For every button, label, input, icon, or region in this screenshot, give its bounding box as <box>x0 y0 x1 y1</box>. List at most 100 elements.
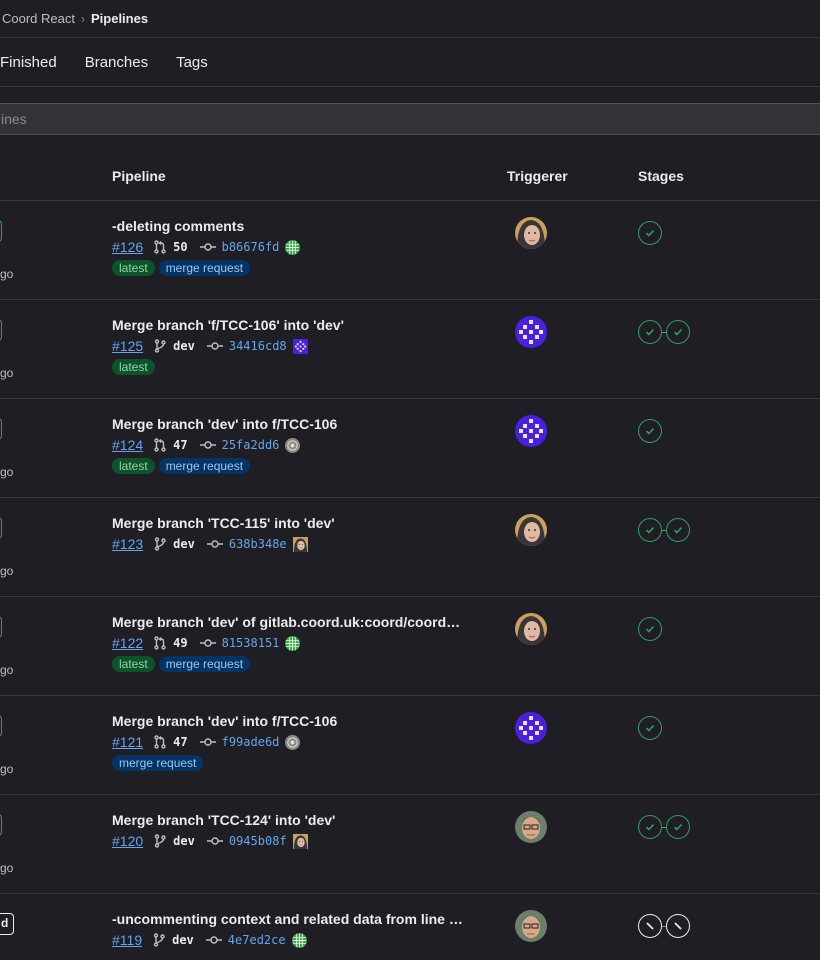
filter-pipelines-bar <box>0 103 820 135</box>
tab-finished[interactable]: Finished <box>0 54 57 71</box>
pipeline-meta: #123 dev 638b348e <box>112 535 308 553</box>
commit-sha-link[interactable]: 4e7ed2ce <box>228 933 286 947</box>
pipeline-ref[interactable]: dev <box>172 933 194 947</box>
stage-passed-icon[interactable] <box>638 320 662 344</box>
stage-passed-icon[interactable] <box>638 617 662 641</box>
commit-sha-link[interactable]: b86676fd <box>222 240 280 254</box>
triggerer-avatar[interactable] <box>515 514 547 546</box>
pipeline-ref[interactable]: dev <box>173 537 195 551</box>
status-badge[interactable] <box>0 418 2 440</box>
pipeline-title[interactable]: Merge branch 'dev' into f/TCC-106 <box>112 713 337 729</box>
pipeline-row: go Merge branch 'dev' into f/TCC-106 #12… <box>0 696 820 795</box>
triggerer-avatar[interactable] <box>515 910 547 942</box>
status-badge[interactable] <box>0 517 2 539</box>
finished-time-ago: go <box>0 267 14 281</box>
commit-sha-link[interactable]: f99ade6d <box>222 735 280 749</box>
stage-skipped-icon[interactable] <box>666 914 690 938</box>
badge-latest: latest <box>112 359 155 375</box>
pipeline-id-link[interactable]: #126 <box>112 239 143 255</box>
triggerer-avatar[interactable] <box>515 415 547 447</box>
filter-pipelines-input[interactable] <box>1 111 820 127</box>
merge-request-icon <box>153 636 167 650</box>
pipeline-id-link[interactable]: #119 <box>112 932 142 948</box>
commit-author-avatar[interactable] <box>285 239 301 255</box>
status-badge[interactable] <box>0 913 14 935</box>
status-badge[interactable] <box>0 715 2 737</box>
commit-sha-link[interactable]: 81538151 <box>222 636 280 650</box>
pipeline-meta: #126 50 b86676fd <box>112 238 301 256</box>
pipeline-id-link[interactable]: #124 <box>112 437 143 453</box>
pipeline-ref[interactable]: 50 <box>173 240 187 254</box>
column-header-pipeline: Pipeline <box>112 168 166 184</box>
pipeline-ref[interactable]: 47 <box>173 438 187 452</box>
stage-passed-icon[interactable] <box>666 320 690 344</box>
badge-merge-request: merge request <box>158 656 251 672</box>
merge-request-icon <box>153 735 167 749</box>
breadcrumb-project-link[interactable]: Coord React <box>2 11 75 26</box>
tab-tags[interactable]: Tags <box>176 54 208 71</box>
pipeline-row: go Merge branch 'TCC-124' into 'dev' #12… <box>0 795 820 894</box>
pipeline-title[interactable]: Merge branch 'TCC-115' into 'dev' <box>112 515 335 531</box>
status-badge[interactable] <box>0 616 2 638</box>
pipeline-row: go Merge branch 'TCC-115' into 'dev' #12… <box>0 498 820 597</box>
stage-passed-icon[interactable] <box>638 518 662 542</box>
stage-passed-icon[interactable] <box>666 815 690 839</box>
commit-author-avatar[interactable] <box>292 833 308 849</box>
pipeline-id-link[interactable]: #123 <box>112 536 143 552</box>
column-header-triggerer: Triggerer <box>507 168 568 184</box>
pipeline-id-link[interactable]: #121 <box>112 734 143 750</box>
triggerer-avatar[interactable] <box>515 217 547 249</box>
breadcrumb-separator: › <box>80 11 85 26</box>
pipeline-stages <box>638 617 662 641</box>
pipeline-badges: latest merge request <box>112 260 251 276</box>
tab-branches[interactable]: Branches <box>85 54 148 71</box>
breadcrumb-current: Pipelines <box>90 11 149 26</box>
stage-passed-icon[interactable] <box>638 221 662 245</box>
pipeline-id-link[interactable]: #122 <box>112 635 143 651</box>
badge-merge-request: merge request <box>158 260 251 276</box>
pipeline-id-link[interactable]: #125 <box>112 338 143 354</box>
stage-passed-icon[interactable] <box>638 815 662 839</box>
pipeline-row: go Merge branch 'dev' of gitlab.coord.uk… <box>0 597 820 696</box>
badge-latest: latest <box>112 458 155 474</box>
pipeline-row: go -deleting comments #126 50 b86676fd l… <box>0 201 820 300</box>
pipeline-title[interactable]: -uncommenting context and related data f… <box>112 911 463 927</box>
commit-author-avatar[interactable] <box>285 437 301 453</box>
pipeline-title[interactable]: Merge branch 'TCC-124' into 'dev' <box>112 812 335 828</box>
commit-author-avatar[interactable] <box>292 338 308 354</box>
pipeline-id-link[interactable]: #120 <box>112 833 143 849</box>
commit-sha-link[interactable]: 34416cd8 <box>229 339 287 353</box>
triggerer-avatar[interactable] <box>515 316 547 348</box>
stage-passed-icon[interactable] <box>638 716 662 740</box>
commit-icon <box>199 638 216 648</box>
pipeline-ref[interactable]: 47 <box>173 735 187 749</box>
pipeline-ref[interactable]: 49 <box>173 636 187 650</box>
pipeline-title[interactable]: Merge branch 'dev' into f/TCC-106 <box>112 416 337 432</box>
pipeline-row: go Merge branch 'f/TCC-106' into 'dev' #… <box>0 300 820 399</box>
commit-sha-link[interactable]: 638b348e <box>229 537 287 551</box>
commit-author-avatar[interactable] <box>285 734 301 750</box>
commit-author-avatar[interactable] <box>285 635 301 651</box>
triggerer-avatar[interactable] <box>515 811 547 843</box>
pipeline-ref[interactable]: dev <box>173 339 195 353</box>
status-badge[interactable] <box>0 319 2 341</box>
pipeline-tabs: Finished Branches Tags <box>0 38 820 87</box>
pipeline-title[interactable]: -deleting comments <box>112 218 244 234</box>
pipeline-ref[interactable]: dev <box>173 834 195 848</box>
triggerer-avatar[interactable] <box>515 712 547 744</box>
stage-passed-icon[interactable] <box>666 518 690 542</box>
triggerer-avatar[interactable] <box>515 613 547 645</box>
commit-sha-link[interactable]: 25fa2dd6 <box>222 438 280 452</box>
commit-sha-link[interactable]: 0945b08f <box>229 834 287 848</box>
commit-author-avatar[interactable] <box>291 932 307 948</box>
pipeline-title[interactable]: Merge branch 'f/TCC-106' into 'dev' <box>112 317 344 333</box>
finished-time-ago: go <box>0 564 14 578</box>
pipeline-title[interactable]: Merge branch 'dev' of gitlab.coord.uk:co… <box>112 614 460 630</box>
status-badge[interactable] <box>0 814 2 836</box>
stage-passed-icon[interactable] <box>638 419 662 443</box>
commit-author-avatar[interactable] <box>292 536 308 552</box>
branch-icon <box>152 933 166 947</box>
badge-merge-request: merge request <box>158 458 251 474</box>
status-badge[interactable] <box>0 220 2 242</box>
stage-skipped-icon[interactable] <box>638 914 662 938</box>
